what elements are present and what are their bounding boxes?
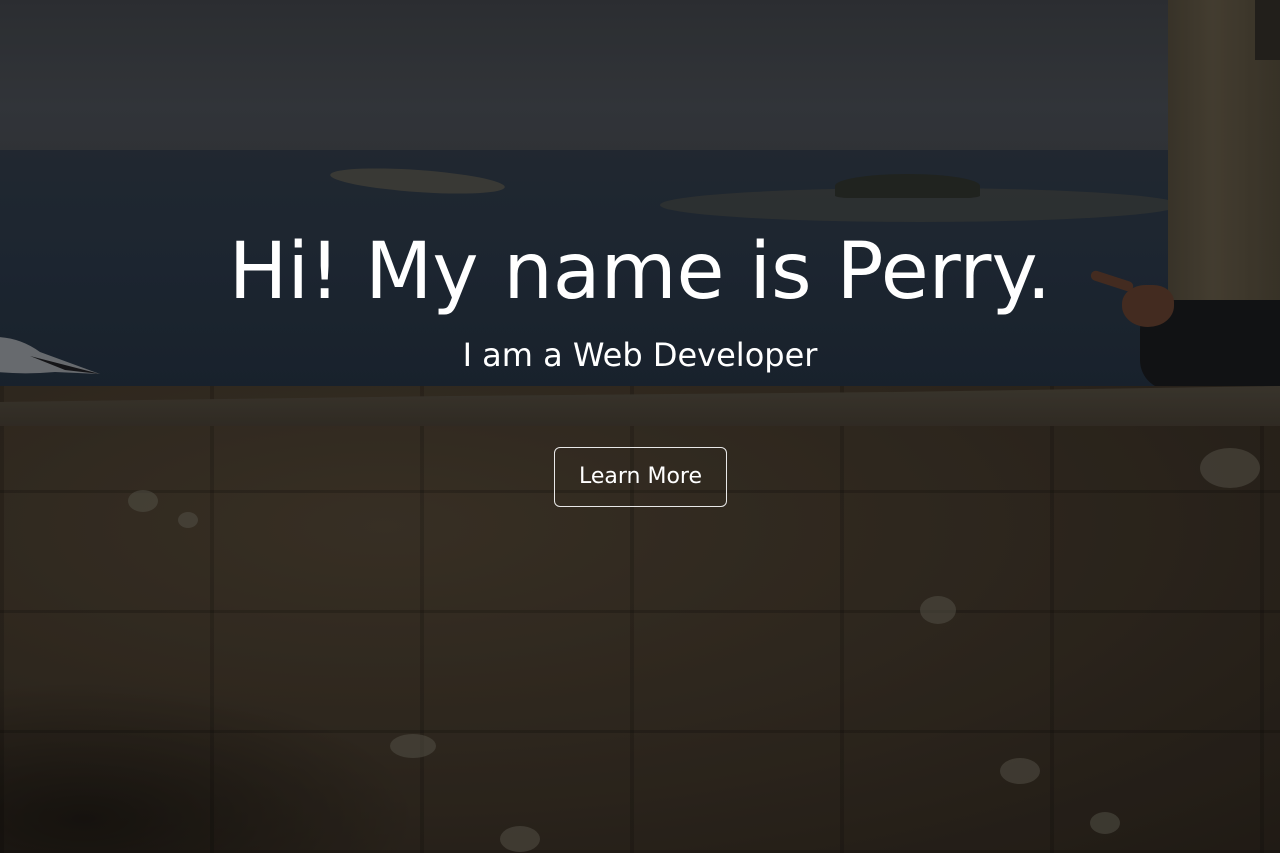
hero-section: Hi! My name is Perry. I am a Web Develop… xyxy=(0,0,1280,853)
learn-more-button[interactable]: Learn More xyxy=(554,447,727,507)
hero-content: Hi! My name is Perry. I am a Web Develop… xyxy=(0,0,1280,853)
hero-subheadline: I am a Web Developer xyxy=(462,336,818,374)
hero-headline: Hi! My name is Perry. xyxy=(228,227,1052,317)
